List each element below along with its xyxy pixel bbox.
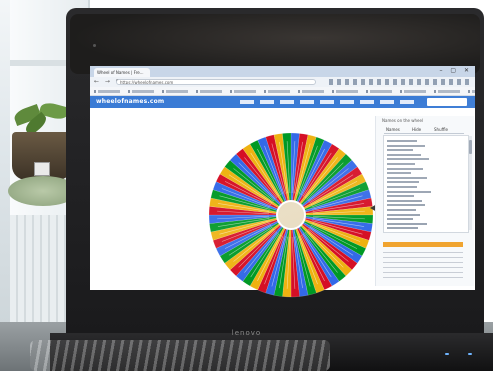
list-item[interactable] [387,140,417,142]
list-item[interactable] [387,149,413,152]
list-item[interactable] [387,195,414,198]
list-item[interactable] [387,158,429,161]
plastic-wrap [30,340,330,371]
wheel-container[interactable] [207,131,375,299]
ad-text [383,252,463,282]
list-item[interactable] [387,181,419,184]
list-item[interactable] [387,213,420,216]
status-led [445,353,449,355]
site-menu-items[interactable] [240,100,416,104]
url-input[interactable]: https://wheelofnames.com [116,79,316,85]
name-wheel[interactable] [207,131,375,299]
site-search-input[interactable] [427,98,467,106]
list-item[interactable] [387,186,417,188]
wheel-hub[interactable] [276,200,306,230]
list-item[interactable] [387,190,431,193]
list-item[interactable] [387,222,427,225]
list-item[interactable] [387,172,411,175]
site-logo[interactable]: wheelofnames.com [96,98,164,105]
list-scroll-thumb[interactable] [469,140,472,154]
screen-reflection [70,14,480,74]
bookmarks-bar[interactable] [90,87,475,96]
tab-names[interactable]: Names [386,126,400,133]
panel-header: Names on the wheel [382,118,424,123]
list-item[interactable] [387,227,418,230]
list-item[interactable] [387,144,425,147]
tab-hide[interactable]: Hide [412,126,421,133]
names-textarea[interactable] [383,135,469,233]
list-item[interactable] [387,153,421,156]
list-item[interactable] [387,167,423,170]
ad-banner[interactable] [383,242,463,247]
list-item[interactable] [387,176,427,179]
status-led [468,353,472,355]
laptop-brand: lenovo [231,329,262,337]
list-item[interactable] [387,209,416,211]
tab-shuffle[interactable]: Shuffle [434,126,448,133]
list-item[interactable] [387,163,415,165]
webcam [93,44,96,47]
browser-tab[interactable]: Wheel of Names | Fre... [94,68,150,77]
window-controls[interactable]: – ▢ ✕ [439,67,472,74]
list-item[interactable] [387,218,413,221]
panel-tabs: Names Hide Shuffle [384,126,464,134]
plant-tag [34,162,50,176]
extension-icons[interactable] [329,79,469,85]
photo-scene: Wheel of Names | Fre... – ▢ ✕ ← → ⟳ http… [0,0,493,371]
list-item[interactable] [387,204,425,207]
list-item[interactable] [387,199,422,202]
